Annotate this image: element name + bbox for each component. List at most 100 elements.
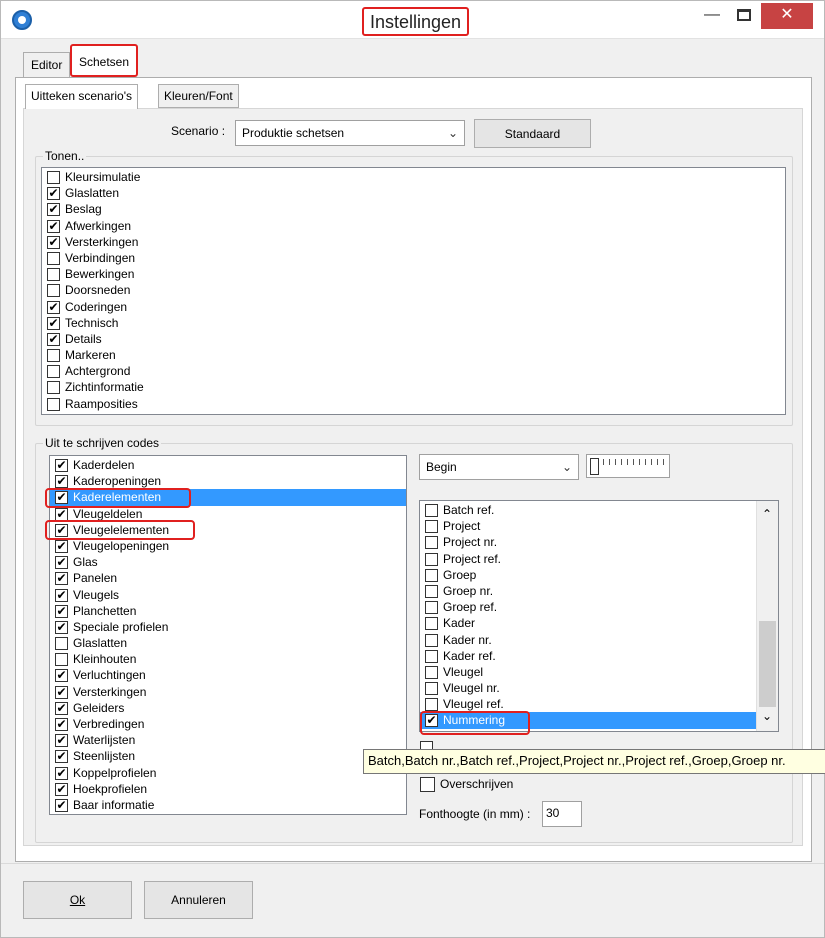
list-item[interactable]: ✔ Technisch [42, 315, 785, 331]
list-item[interactable]: Groep nr. [420, 583, 778, 599]
maximize-button[interactable] [729, 3, 759, 29]
list-item[interactable]: ✔ Kaderopeningen [50, 473, 406, 489]
checkbox[interactable] [425, 698, 438, 712]
checkbox-checked[interactable]: ✔ [55, 556, 68, 570]
checkbox[interactable] [425, 665, 438, 679]
checkbox-checked[interactable]: ✔ [47, 203, 60, 217]
checkbox-checked[interactable]: ✔ [55, 701, 68, 715]
checkbox[interactable] [425, 520, 438, 534]
checkbox[interactable] [47, 349, 60, 363]
list-item[interactable]: ✔ Vleugeldelen [50, 506, 406, 522]
checkbox-checked[interactable]: ✔ [55, 718, 68, 731]
list-item[interactable]: Vleugel ref. [420, 696, 778, 712]
checkbox-checked[interactable]: ✔ [47, 187, 60, 201]
list-item[interactable]: ✔ Speciale profielen [50, 619, 406, 635]
checkbox-checked[interactable]: ✔ [55, 750, 68, 764]
tab-editor[interactable]: Editor [23, 52, 71, 77]
checkbox[interactable] [47, 397, 60, 411]
list-item[interactable]: ✔ Coderingen [42, 299, 785, 315]
list-item[interactable]: ✔ Baar informatie [50, 797, 406, 813]
ok-button[interactable]: Ok [23, 881, 132, 919]
checkbox[interactable] [425, 617, 438, 631]
annuleren-button[interactable]: Annuleren [144, 881, 253, 919]
list-item[interactable]: ✔ Geleiders [50, 700, 406, 716]
subtab-kleuren-font[interactable]: Kleuren/Font [158, 84, 239, 108]
fonthoogte-input[interactable]: 30 [542, 801, 582, 827]
checkbox[interactable] [425, 552, 438, 566]
list-item[interactable]: Batch ref. [420, 502, 778, 518]
checkbox-checked[interactable]: ✔ [47, 219, 60, 233]
list-item[interactable]: Groep ref. [420, 599, 778, 615]
list-item[interactable]: ✔ Planchetten [50, 603, 406, 619]
scenario-select[interactable]: Produktie schetsen ⌄ [235, 120, 465, 146]
checkbox[interactable] [425, 568, 438, 582]
subtab-uitteken-scenarios[interactable]: Uitteken scenario's [25, 84, 139, 109]
list-item[interactable]: ✔ Vleugelopeningen [50, 538, 406, 554]
checkbox[interactable] [425, 682, 438, 696]
list-item[interactable]: Kader [420, 615, 778, 631]
checkbox-checked[interactable]: ✔ [55, 685, 68, 699]
checkbox-checked[interactable]: ✔ [55, 734, 68, 748]
checkbox-checked[interactable]: ✔ [55, 669, 68, 683]
list-item[interactable]: ✔ Steenlijsten [50, 748, 406, 764]
checkbox-checked[interactable]: ✔ [55, 782, 68, 796]
chevron-up-icon[interactable]: ⌃ [762, 507, 772, 521]
checkbox[interactable] [425, 601, 438, 615]
list-item[interactable]: Doorsneden [42, 282, 785, 298]
list-item[interactable]: ✔ Verluchtingen [50, 667, 406, 683]
list-item[interactable]: Vleugel nr. [420, 680, 778, 696]
list-item[interactable]: Glaslatten [50, 635, 406, 651]
checkbox-checked[interactable]: ✔ [55, 604, 68, 618]
checkbox-checked[interactable]: ✔ [55, 620, 68, 634]
checkbox-checked[interactable]: ✔ [55, 572, 68, 586]
list-item[interactable]: ✔ Vleugels [50, 587, 406, 603]
list-item[interactable]: Zichtinformatie [42, 379, 785, 395]
list-item[interactable]: Project [420, 518, 778, 534]
list-item[interactable]: ✔ Kaderelementen [50, 489, 406, 506]
checkbox-checked[interactable]: ✔ [55, 523, 68, 537]
standaard-button[interactable]: Standaard [474, 119, 591, 148]
list-item[interactable]: Achtergrond [42, 363, 785, 379]
checkbox-checked[interactable]: ✔ [47, 235, 60, 249]
list-item[interactable]: ✔ Waterlijsten [50, 732, 406, 748]
checkbox[interactable] [47, 381, 60, 395]
list-item[interactable]: Kleursimulatie [42, 169, 785, 185]
list-item[interactable]: ✔ Afwerkingen [42, 218, 785, 234]
list-item[interactable]: Bewerkingen [42, 266, 785, 282]
checkbox-checked[interactable]: ✔ [55, 491, 68, 505]
checkbox-checked[interactable]: ✔ [47, 316, 60, 330]
position-select[interactable]: Begin ⌄ [419, 454, 579, 480]
checkbox[interactable] [55, 637, 68, 651]
list-item[interactable]: ✔ Koppelprofielen [50, 765, 406, 781]
checkbox-checked[interactable]: ✔ [55, 798, 68, 812]
checkbox-checked[interactable]: ✔ [425, 714, 438, 728]
checkbox[interactable] [47, 268, 60, 282]
chevron-down-icon[interactable]: ⌄ [762, 709, 772, 723]
checkbox[interactable] [425, 504, 438, 517]
list-item[interactable]: ✔ Kaderdelen [50, 457, 406, 473]
scroll-thumb[interactable] [759, 621, 776, 707]
checkbox-checked[interactable]: ✔ [55, 766, 68, 780]
list-item[interactable]: Markeren [42, 347, 785, 363]
list-item[interactable]: ✔ Nummering [420, 712, 778, 729]
list-item[interactable]: ✔ Glas [50, 554, 406, 570]
list-item[interactable]: ✔ Hoekprofielen [50, 781, 406, 797]
checkbox[interactable] [47, 251, 60, 265]
checkbox-checked[interactable]: ✔ [55, 475, 68, 489]
list-item[interactable]: ✔ Versterkingen [42, 234, 785, 250]
close-button[interactable]: ✕ [761, 3, 813, 29]
list-item[interactable]: Project ref. [420, 551, 778, 567]
fields-scrollbar[interactable]: ⌃ ⌄ [756, 501, 778, 731]
list-item[interactable]: Kader ref. [420, 648, 778, 664]
checkbox[interactable] [425, 633, 438, 647]
list-item[interactable]: Vleugel [420, 664, 778, 680]
checkbox[interactable] [425, 536, 438, 550]
list-item[interactable]: ✔ Glaslatten [42, 185, 785, 201]
list-item[interactable]: Project nr. [420, 534, 778, 550]
checkbox[interactable] [425, 649, 438, 663]
list-item[interactable]: Raamposities [42, 396, 785, 412]
list-item[interactable]: ✔ Beslag [42, 201, 785, 217]
list-item[interactable]: ✔ Versterkingen [50, 684, 406, 700]
checkbox[interactable] [425, 584, 438, 598]
list-item[interactable]: Groep [420, 567, 778, 583]
